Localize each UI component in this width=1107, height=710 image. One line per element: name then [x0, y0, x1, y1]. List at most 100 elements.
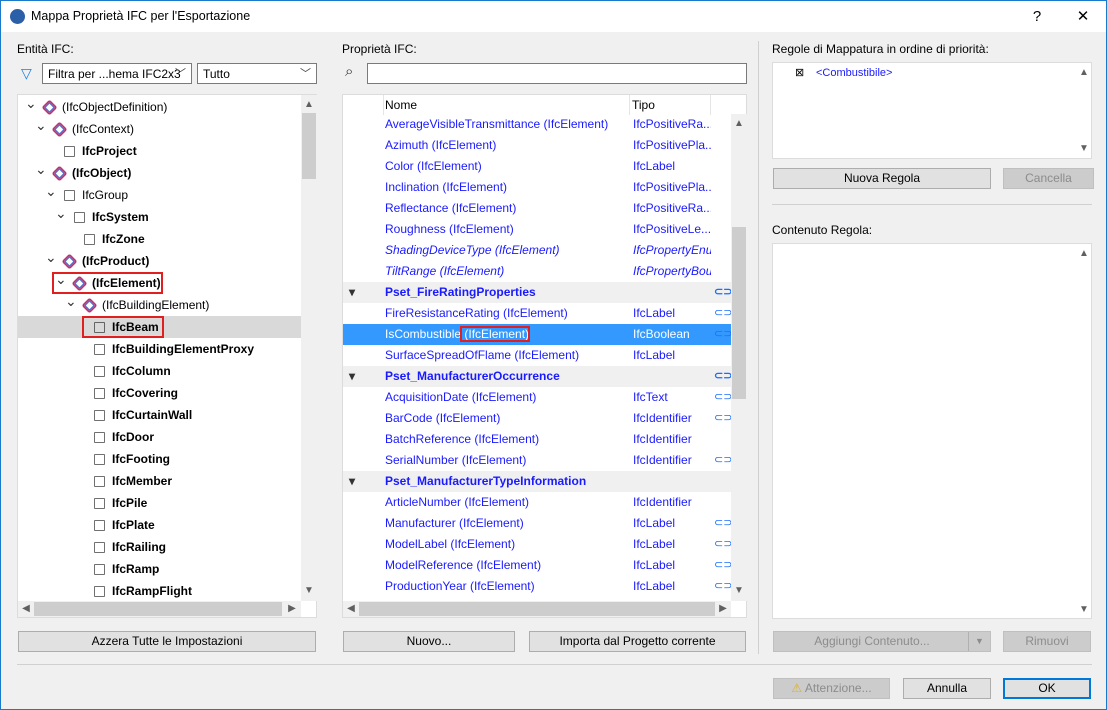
link-icon[interactable]: ⊂⊃ [714, 513, 731, 534]
link-icon[interactable]: ⊂⊃ [714, 555, 731, 576]
tree-item[interactable]: IfcCovering [18, 382, 301, 404]
rule-checkbox[interactable]: ⊠ [795, 66, 804, 79]
link-icon[interactable]: ⊂⊃ [714, 282, 731, 303]
scroll-left-icon[interactable]: ◀ [343, 603, 359, 614]
tree-item[interactable]: IfcRailing [18, 536, 301, 558]
table-row[interactable]: Azimuth (IfcElement) IfcPositivePla... [343, 135, 731, 156]
scroll-thumb[interactable] [732, 227, 746, 399]
tree-item[interactable]: ⌄ (IfcObject) [18, 161, 301, 184]
tree-item[interactable]: ⌄ IfcSystem [18, 205, 301, 228]
tree-item[interactable]: ⌄ (IfcBuildingElement) [18, 293, 301, 316]
collapse-icon[interactable]: ▾ [349, 471, 355, 492]
tree-item[interactable]: IfcZone [18, 228, 301, 250]
table-row[interactable]: ModelReference (IfcElement) IfcLabel ⊂⊃ [343, 555, 731, 576]
schema-filter-combo[interactable]: Filtra per ...hema IFC2x3 ﹀ [42, 63, 192, 84]
cancel-button[interactable]: Annulla [903, 678, 991, 699]
table-row[interactable]: Roughness (IfcElement) IfcPositiveLe... [343, 219, 731, 240]
warning-button[interactable]: ⚠ Attenzione... [773, 678, 890, 699]
chevron-down-icon[interactable]: ▼ [968, 632, 990, 651]
column-header-name[interactable]: Nome [385, 98, 417, 112]
link-icon[interactable]: ⊂⊃ [714, 450, 731, 471]
link-icon[interactable]: ⊂⊃ [714, 366, 731, 387]
scroll-up-icon[interactable]: ▲ [1076, 67, 1092, 78]
table-row[interactable]: AcquisitionDate (IfcElement) IfcText ⊂⊃ [343, 387, 731, 408]
tree-item[interactable]: IfcRampFlight [18, 580, 301, 601]
property-group-row[interactable]: ▾ Pset_FireRatingProperties ⊂⊃ [343, 282, 731, 303]
ok-button[interactable]: OK [1003, 678, 1091, 699]
scroll-thumb[interactable] [359, 602, 715, 616]
link-icon[interactable]: ⊂⊃ [714, 576, 731, 597]
table-row[interactable]: BarCode (IfcElement) IfcIdentifier ⊂⊃ [343, 408, 731, 429]
scroll-down-icon[interactable]: ▼ [731, 585, 747, 596]
table-row[interactable]: SurfaceSpreadOfFlame (IfcElement) IfcLabe… [343, 345, 731, 366]
tree-item[interactable]: IfcCurtainWall [18, 404, 301, 426]
tree-item[interactable]: ⌄ (IfcContext) [18, 117, 301, 140]
table-row[interactable]: BatchReference (IfcElement) IfcIdentifier [343, 429, 731, 450]
property-group-row[interactable]: ▾ Pset_ManufacturerOccurrence ⊂⊃ [343, 366, 731, 387]
chevron-down-icon[interactable]: ⌄ [35, 114, 47, 136]
tree-item[interactable]: IfcRamp [18, 558, 301, 580]
scroll-up-icon[interactable]: ▲ [301, 99, 317, 110]
tree-item[interactable]: IfcPlate [18, 514, 301, 536]
chevron-down-icon[interactable]: ⌄ [35, 158, 47, 180]
scroll-down-icon[interactable]: ▼ [1076, 143, 1092, 154]
link-icon[interactable]: ⊂⊃ [714, 408, 731, 429]
table-row[interactable]: ArticleNumber (IfcElement) IfcIdentifier [343, 492, 731, 513]
link-icon[interactable]: ⊂⊃ [714, 324, 731, 345]
table-vertical-scrollbar[interactable]: ▲ ▼ [731, 114, 747, 601]
table-row[interactable]: FireResistanceRating (IfcElement) IfcLabe… [343, 303, 731, 324]
scroll-down-icon[interactable]: ▼ [1076, 604, 1092, 615]
table-row[interactable]: ShadingDeviceType (IfcElement) IfcPropert… [343, 240, 731, 261]
panel-divider[interactable] [758, 41, 759, 654]
table-row[interactable]: ProductionYear (IfcElement) IfcLabel ⊂⊃ [343, 576, 731, 597]
chevron-down-icon[interactable]: ⌄ [65, 290, 77, 312]
delete-rule-button[interactable]: Cancella [1003, 168, 1094, 189]
table-row[interactable]: IsCombustible (IfcElement) IfcBoolean ⊂⊃ [343, 324, 731, 345]
chevron-down-icon[interactable]: ⌄ [55, 202, 67, 224]
tree-item[interactable]: IfcColumn [18, 360, 301, 382]
table-row[interactable]: Reflectance (IfcElement) IfcPositiveRa... [343, 198, 731, 219]
chevron-down-icon[interactable]: ⌄ [25, 95, 37, 114]
tree-item[interactable]: ⌄ (IfcObjectDefinition) [18, 95, 301, 118]
tree-item[interactable]: IfcBeam [18, 316, 301, 338]
table-row[interactable]: TiltRange (IfcElement) IfcPropertyBou... [343, 261, 731, 282]
chevron-down-icon[interactable]: ⌄ [45, 180, 57, 202]
table-row[interactable]: AverageVisibleTransmittance (IfcElement)… [343, 114, 731, 135]
tree-item[interactable]: IfcDoor [18, 426, 301, 448]
link-icon[interactable]: ⊂⊃ [714, 387, 731, 408]
table-row[interactable]: Inclination (IfcElement) IfcPositivePla..… [343, 177, 731, 198]
property-group-row[interactable]: ▾ Pset_ManufacturerTypeInformation [343, 471, 731, 492]
link-icon[interactable]: ⊂⊃ [714, 534, 731, 555]
scroll-thumb[interactable] [302, 113, 316, 179]
new-property-button[interactable]: Nuovo... [343, 631, 515, 652]
rule-item[interactable]: <Combustibile> [816, 67, 892, 79]
collapse-icon[interactable]: ▾ [349, 282, 355, 303]
collapse-icon[interactable]: ▾ [349, 366, 355, 387]
scroll-left-icon[interactable]: ◀ [18, 603, 34, 614]
tree-item[interactable]: IfcFooting [18, 448, 301, 470]
tree-vertical-scrollbar[interactable]: ▲ ▼ [301, 95, 317, 601]
funnel-icon[interactable]: ▽ [21, 65, 32, 82]
import-from-project-button[interactable]: Importa dal Progetto corrente [529, 631, 746, 652]
table-row[interactable]: SerialNumber (IfcElement) IfcIdentifier ⊂⊃ [343, 450, 731, 471]
property-search-input[interactable] [367, 63, 747, 84]
scroll-down-icon[interactable]: ▼ [301, 585, 317, 596]
table-row[interactable]: ModelLabel (IfcElement) IfcLabel ⊂⊃ [343, 534, 731, 555]
scroll-up-icon[interactable]: ▲ [1076, 248, 1092, 259]
tree-horizontal-scrollbar[interactable]: ◀ ▶ [18, 601, 301, 617]
scroll-up-icon[interactable]: ▲ [731, 118, 747, 129]
add-content-button[interactable]: Aggiungi Contenuto... ▼ [773, 631, 991, 652]
new-rule-button[interactable]: Nuova Regola [773, 168, 991, 189]
scroll-right-icon[interactable]: ▶ [715, 603, 731, 614]
tree-item[interactable]: IfcBuildingElementProxy [18, 338, 301, 360]
help-button[interactable]: ? [1014, 1, 1060, 32]
table-row[interactable]: Manufacturer (IfcElement) IfcLabel ⊂⊃ [343, 513, 731, 534]
column-header-type[interactable]: Tipo [632, 98, 655, 112]
tree-item[interactable]: IfcPile [18, 492, 301, 514]
table-row[interactable]: Color (IfcElement) IfcLabel [343, 156, 731, 177]
reset-all-button[interactable]: Azzera Tutte le Impostazioni [18, 631, 316, 652]
scroll-right-icon[interactable]: ▶ [284, 603, 300, 614]
type-filter-combo[interactable]: Tutto ﹀ [197, 63, 317, 84]
tree-item[interactable]: IfcMember [18, 470, 301, 492]
close-button[interactable]: ✕ [1060, 1, 1106, 32]
